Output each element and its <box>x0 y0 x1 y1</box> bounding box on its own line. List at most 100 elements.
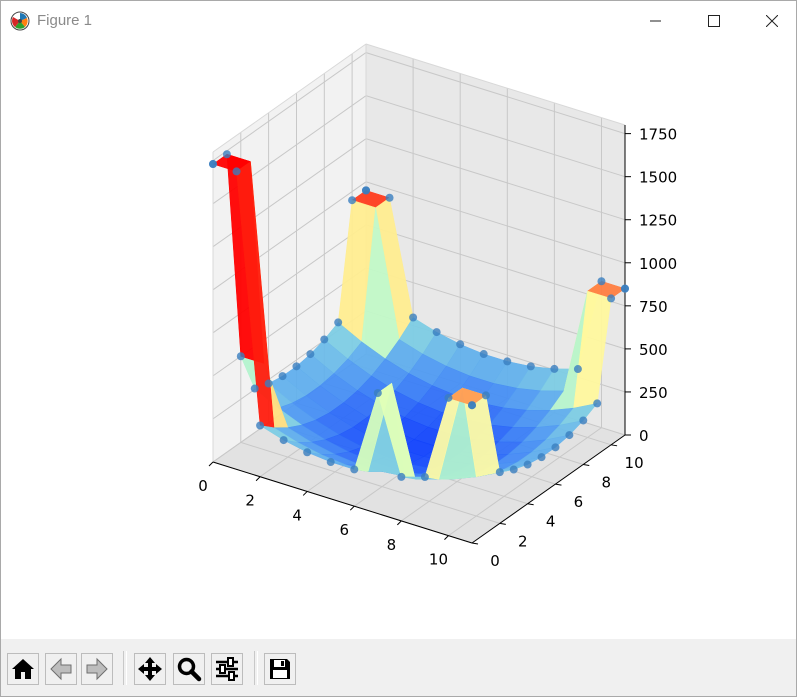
scatter-point <box>432 328 441 337</box>
scatter-point <box>373 388 382 397</box>
scatter-point <box>479 350 488 359</box>
magnifier-icon <box>177 657 202 682</box>
arrow-right-icon <box>86 657 108 681</box>
scatter-point <box>573 365 582 374</box>
arrow-left-icon <box>50 657 72 681</box>
z-tick-label: 1750 <box>639 126 677 144</box>
y-tick-label: 4 <box>546 513 556 531</box>
scatter-point <box>420 473 429 482</box>
home-icon <box>12 659 34 679</box>
z-tick-label: 0 <box>639 427 649 445</box>
scatter-point <box>348 196 357 205</box>
x-tick-mark <box>444 535 449 540</box>
forward-button[interactable] <box>81 653 113 685</box>
x-tick-label: 10 <box>429 551 448 569</box>
sliders-icon <box>216 657 238 681</box>
floppy-disk-icon <box>270 659 290 679</box>
scatter-point <box>593 399 602 408</box>
configure-subplots-button[interactable] <box>211 653 243 685</box>
x-tick-mark <box>349 505 355 511</box>
scatter-point <box>409 313 418 322</box>
scatter-point <box>526 362 535 371</box>
figure-canvas[interactable]: 0 2 4 6 8 10 0 2 4 6 8 10 0 250 500 750 1000 1250 1500 1750 <box>1 41 796 639</box>
scatter-point <box>250 384 259 393</box>
figure-window: Figure 1 0 2 4 6 8 10 0 2 4 6 8 10 0 250 500 750 1000 125… <box>0 0 797 697</box>
scatter-point <box>334 318 343 327</box>
y-tick-mark <box>555 483 562 486</box>
scatter-point <box>256 421 265 430</box>
home-button[interactable] <box>7 653 39 685</box>
move-icon <box>138 657 162 681</box>
scatter-point <box>264 379 273 388</box>
scatter-point <box>481 391 490 400</box>
scatter-point <box>326 458 335 467</box>
toolbar-separator <box>254 651 258 685</box>
surface-plot-3d[interactable]: 0246810 024681002505007501000125015001750 <box>1 41 796 639</box>
back-button[interactable] <box>45 653 77 685</box>
close-icon <box>766 15 778 27</box>
scatter-point <box>320 335 329 344</box>
scatter-point <box>503 357 512 366</box>
scatter-point <box>551 443 560 452</box>
scatter-point <box>232 167 241 176</box>
scatter-point <box>292 362 301 371</box>
y-tick-mark <box>611 444 618 447</box>
scatter-point <box>509 465 518 474</box>
scatter-point <box>222 150 231 159</box>
scatter-point <box>303 448 312 457</box>
scatter-point <box>279 436 288 445</box>
x-tick-label: 4 <box>292 506 302 524</box>
scatter-point <box>456 340 465 349</box>
z-tick-label: 750 <box>639 298 668 316</box>
y-tick-label: 6 <box>574 493 584 511</box>
scatter-point <box>579 416 588 425</box>
matplotlib-logo-icon <box>10 11 30 31</box>
pan-button[interactable] <box>134 653 166 685</box>
y-tick-label: 0 <box>490 552 500 570</box>
x-tick-label: 2 <box>245 492 255 510</box>
z-tick-label: 500 <box>639 341 668 359</box>
toolbar-separator <box>123 651 127 685</box>
close-button[interactable] <box>743 1 797 41</box>
scatter-point <box>523 460 532 469</box>
navigation-toolbar <box>1 639 796 696</box>
scatter-point <box>537 453 546 462</box>
x-tick-mark <box>255 476 261 482</box>
scatter-point <box>306 350 315 359</box>
y-tick-mark <box>471 542 479 545</box>
x-tick-mark <box>397 520 402 526</box>
window-title: Figure 1 <box>37 12 93 29</box>
minimize-button[interactable] <box>627 1 685 41</box>
scatter-point <box>621 284 629 293</box>
scatter-point <box>444 393 453 402</box>
scatter-point <box>597 277 606 286</box>
scatter-point <box>362 186 370 195</box>
zoom-button[interactable] <box>173 653 205 685</box>
maximize-button[interactable] <box>685 1 743 41</box>
scatter-point <box>495 468 504 477</box>
x-tick-mark <box>208 461 214 467</box>
y-tick-mark <box>499 522 506 525</box>
y-tick-label: 2 <box>518 532 528 550</box>
x-tick-label: 8 <box>387 536 397 554</box>
scatter-point <box>550 364 559 373</box>
minimize-icon <box>650 20 661 22</box>
z-tick-label: 1250 <box>639 212 677 230</box>
x-tick-label: 6 <box>339 521 349 539</box>
scatter-point <box>397 472 406 481</box>
z-tick-label: 250 <box>639 384 668 402</box>
title-bar: Figure 1 <box>1 1 796 41</box>
scatter-point <box>209 160 217 169</box>
scatter-point <box>565 431 574 440</box>
z-tick-label: 1000 <box>639 255 677 273</box>
y-tick-label: 10 <box>625 454 644 472</box>
save-button[interactable] <box>264 653 296 685</box>
x-tick-mark <box>302 491 308 496</box>
y-tick-mark <box>527 503 534 506</box>
x-tick-label: 0 <box>198 477 208 495</box>
y-tick-mark <box>583 463 590 466</box>
z-tick-label: 1500 <box>639 169 677 187</box>
y-tick-label: 8 <box>601 473 611 491</box>
maximize-icon <box>708 15 720 27</box>
scatter-point <box>468 401 476 410</box>
